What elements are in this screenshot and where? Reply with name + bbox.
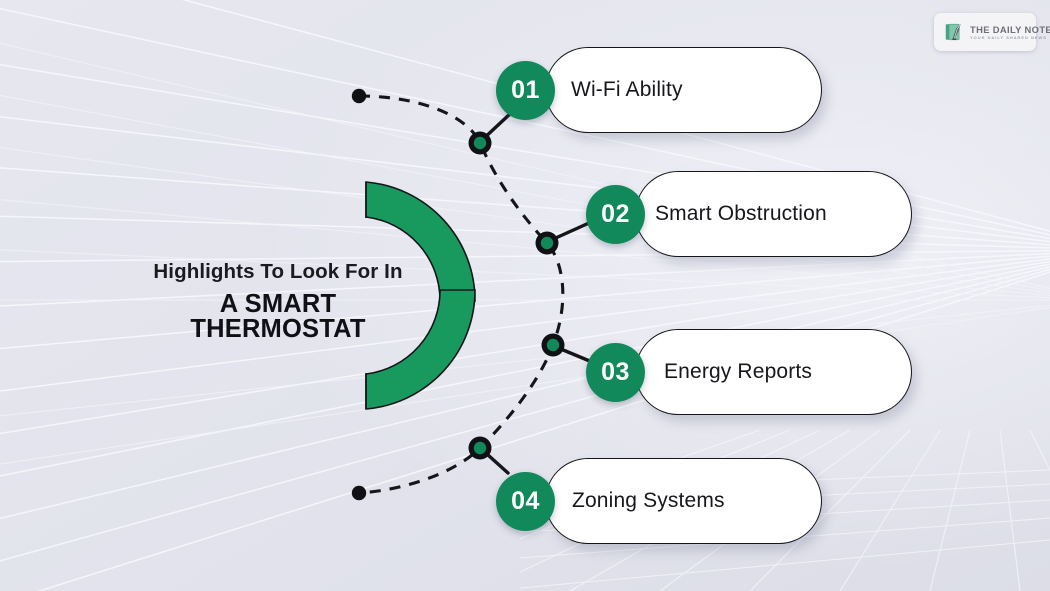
- page-title: Highlights To Look For In A SMART THERMO…: [132, 260, 424, 343]
- step-card-2-label: Smart Obstruction: [655, 202, 827, 225]
- title-line-1: Highlights To Look For In: [153, 260, 403, 283]
- brand-logo[interactable]: THE DAILY NOTES YOUR DAILY SHARED NEWS: [934, 13, 1050, 51]
- logo-tagline: YOUR DAILY SHARED NEWS: [970, 34, 1047, 40]
- step-card-3[interactable]: Energy Reports: [635, 329, 912, 415]
- step-badge-2[interactable]: 02: [586, 185, 645, 244]
- title-line-2: A SMART THERMOSTAT: [190, 289, 366, 343]
- notebook-quill-icon: [945, 23, 961, 41]
- path-endpoint-dot-bottom: [351, 485, 367, 501]
- connector-node-3: [541, 333, 565, 357]
- logo-title: THE DAILY NOTES: [970, 23, 1050, 35]
- step-card-3-label: Energy Reports: [664, 360, 813, 383]
- step-badge-3[interactable]: 03: [586, 343, 645, 402]
- step-badge-4[interactable]: 04: [496, 472, 555, 531]
- connector-node-4: [468, 436, 492, 460]
- infographic-canvas: Highlights To Look For In A SMART THERMO…: [0, 0, 1050, 591]
- connector-node-2: [535, 231, 559, 255]
- path-endpoint-dot-top: [351, 88, 367, 104]
- connector-node-1: [468, 131, 492, 155]
- step-card-1[interactable]: Wi-Fi Ability: [545, 47, 822, 133]
- step-badge-1[interactable]: 01: [496, 61, 555, 120]
- step-card-1-label: Wi-Fi Ability: [571, 78, 683, 101]
- logo-text-block: THE DAILY NOTES YOUR DAILY SHARED NEWS: [970, 23, 1050, 40]
- step-card-4[interactable]: Zoning Systems: [545, 458, 822, 544]
- step-card-2[interactable]: Smart Obstruction: [635, 171, 912, 257]
- step-card-4-label: Zoning Systems: [572, 489, 725, 512]
